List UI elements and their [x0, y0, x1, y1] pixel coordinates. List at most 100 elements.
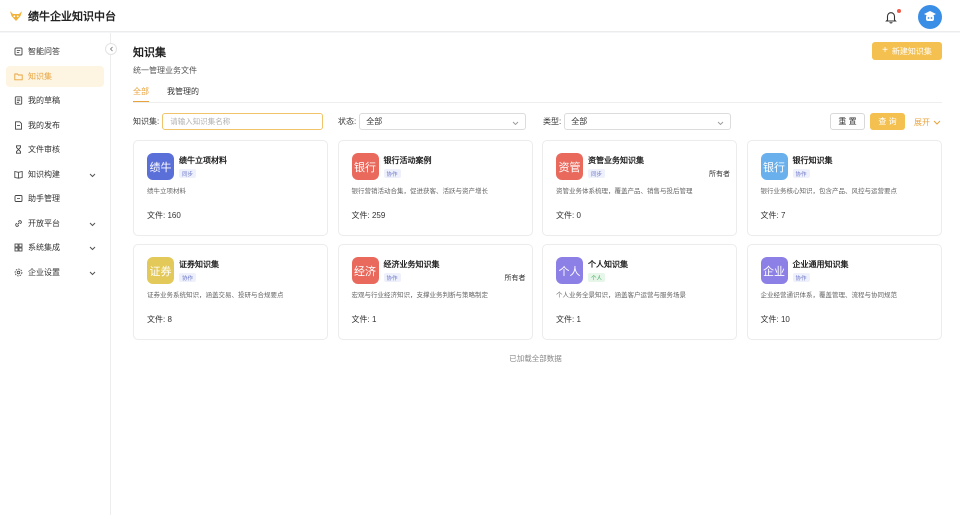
knowledge-set-name: 企业通用知识集	[792, 260, 849, 269]
chevron-down-icon	[89, 269, 96, 278]
main-content: 知识集 统一管理业务文件 + 新建知识集 全部 我管理的 知识集: 请输入知识集…	[111, 33, 960, 515]
knowledge-set-description: 证券业务系统知识，涵盖交易、投研与合规要点	[147, 292, 284, 299]
knowledge-set-avatar: 银行	[351, 153, 379, 180]
sidebar-collapse-button[interactable]	[105, 43, 117, 55]
knowledge-set-name: 证券知识集	[179, 260, 219, 269]
sidebar-item-qa[interactable]: 智能问答	[6, 41, 104, 62]
knowledge-set-description: 个人业务全景知识，涵盖客户运营与服务场景	[556, 292, 686, 299]
assistant-icon	[14, 194, 23, 203]
sidebar-item-assistant[interactable]: 助手管理	[6, 188, 104, 209]
knowledge-set-description: 绩牛立项材料	[147, 188, 186, 195]
knowledge-set-tag: 协作	[792, 273, 810, 282]
knowledge-set-avatar: 企业	[760, 257, 788, 284]
sidebar-item-publish[interactable]: 我的发布	[6, 115, 104, 136]
knowledge-set-description: 银行营销活动合集，促进获客、活跃与资产增长	[351, 188, 489, 195]
tab-managed[interactable]: 我管理的	[167, 86, 199, 102]
knowledge-set-name: 银行知识集	[792, 156, 833, 165]
draft-icon	[14, 96, 23, 105]
knowledge-set-avatar: 证券	[147, 257, 174, 284]
knowledge-set-avatar: 银行	[760, 153, 788, 180]
expand-filters-link[interactable]: 展开	[914, 117, 941, 128]
owner-label: 所有者	[504, 275, 526, 282]
knowledge-set-tag: 协作	[792, 169, 810, 178]
knowledge-set-avatar: 个人	[556, 257, 583, 284]
knowledge-set-description: 宏观与行业经济知识，支撑业务判断与策略制定	[351, 292, 489, 299]
chevron-down-icon	[89, 220, 96, 229]
status-select-value: 全部	[366, 117, 383, 126]
type-filter: 类型: 全部	[543, 113, 732, 130]
knowledge-set-name: 银行活动案例	[383, 156, 432, 165]
knowledge-set-avatar: 绩牛	[147, 153, 174, 180]
knowledge-set-card[interactable]: 资管 资管业务知识集 同步 所有者 资管业务体系梳理，覆盖产品、销售与投后管理 …	[542, 140, 737, 236]
sidebar-item-open-platform[interactable]: 开放平台	[6, 213, 104, 234]
bull-logo-icon	[9, 10, 23, 22]
knowledge-set-card[interactable]: 证券 证券知识集 协作 证券业务系统知识，涵盖交易、投研与合规要点 文件: 8	[133, 244, 328, 340]
type-select-value: 全部	[571, 117, 588, 126]
link-icon	[14, 219, 23, 228]
chevron-down-icon	[512, 119, 519, 128]
knowledge-set-avatar: 资管	[556, 153, 583, 180]
sidebar-item-system-integration[interactable]: 系统集成	[6, 237, 104, 258]
hourglass-icon	[14, 145, 23, 154]
knowledge-set-name: 资管业务知识集	[588, 156, 644, 165]
knowledge-set-tag: 同步	[179, 169, 197, 178]
knowledge-set-card[interactable]: 绩牛 绩牛立项材料 同步 绩牛立项材料 文件: 160	[133, 140, 328, 236]
bot-avatar-icon	[922, 8, 938, 26]
knowledge-set-card[interactable]: 银行 银行活动案例 协作 银行营销活动合集，促进获客、活跃与资产增长 文件: 2…	[337, 140, 533, 236]
top-bar: 绩牛企业知识中台	[0, 0, 960, 32]
publish-icon	[14, 120, 23, 130]
sidebar-item-label: 助手管理	[28, 194, 60, 203]
name-filter-label: 知识集:	[133, 117, 160, 126]
file-count: 文件: 259	[351, 211, 386, 220]
notification-button[interactable]	[884, 9, 901, 24]
knowledge-set-card[interactable]: 个人 个人知识集 个人 个人业务全景知识，涵盖客户运营与服务场景 文件: 1	[542, 244, 737, 340]
knowledge-set-avatar: 经济	[351, 257, 379, 284]
sidebar-item-review[interactable]: 文件审核	[6, 139, 104, 160]
sidebar-item-label: 知识集	[28, 71, 52, 81]
sidebar-item-label: 知识构建	[28, 169, 60, 179]
chevron-down-icon	[89, 244, 96, 253]
type-filter-label: 类型:	[543, 117, 562, 126]
sidebar-item-label: 智能问答	[28, 47, 60, 56]
chevron-left-icon	[109, 45, 114, 54]
knowledge-set-name: 绩牛立项材料	[179, 156, 227, 165]
knowledge-set-card[interactable]: 银行 银行知识集 协作 银行业务核心知识，包含产品、风控与运营要点 文件: 7	[746, 140, 942, 236]
knowledge-set-card[interactable]: 企业 企业通用知识集 协作 企业经营通识体系，覆盖管理、流程与协同规范 文件: …	[746, 244, 942, 340]
tabs-divider	[133, 102, 942, 103]
sidebar-item-knowledge-build[interactable]: 知识构建	[6, 164, 104, 185]
tab-all[interactable]: 全部	[133, 86, 149, 102]
file-count: 文件: 10	[760, 315, 790, 324]
query-button[interactable]: 查 询	[870, 113, 905, 130]
user-avatar[interactable]	[918, 5, 942, 29]
chevron-down-icon	[89, 171, 96, 180]
status-filter-label: 状态:	[338, 117, 357, 126]
knowledge-set-card[interactable]: 经济 经济业务知识集 协作 所有者 宏观与行业经济知识，支撑业务判断与策略制定 …	[337, 244, 533, 340]
all-loaded-text: 已加载全部数据	[509, 354, 562, 363]
book-icon	[14, 170, 23, 179]
new-knowledge-set-button[interactable]: + 新建知识集	[872, 42, 942, 60]
page-subtitle: 统一管理业务文件	[133, 66, 197, 75]
folder-icon	[14, 72, 23, 81]
chevron-down-icon	[717, 119, 724, 128]
knowledge-set-tag: 协作	[383, 169, 401, 178]
expand-label: 展开	[914, 118, 930, 127]
sidebar-item-label: 开放平台	[28, 218, 60, 228]
knowledge-set-description: 银行业务核心知识，包含产品、风控与运营要点	[760, 188, 898, 195]
file-count: 文件: 160	[147, 211, 181, 220]
reset-button[interactable]: 重 置	[830, 113, 865, 130]
sidebar-item-knowledge-sets[interactable]: 知识集	[6, 65, 104, 87]
knowledge-set-name: 个人知识集	[588, 260, 628, 269]
app-logo[interactable]: 绩牛企业知识中台	[9, 8, 116, 24]
sidebar-item-label: 我的草稿	[28, 96, 60, 105]
file-count: 文件: 0	[556, 211, 581, 220]
sidebar-item-label: 企业设置	[28, 267, 60, 277]
name-search-input[interactable]: 请输入知识集名称	[162, 113, 324, 130]
knowledge-set-tag: 协作	[179, 273, 197, 282]
status-select[interactable]: 全部	[359, 113, 527, 130]
page-title: 知识集	[133, 47, 166, 59]
sidebar-item-drafts[interactable]: 我的草稿	[6, 90, 104, 111]
type-select[interactable]: 全部	[564, 113, 732, 130]
sidebar-item-enterprise-settings[interactable]: 企业设置	[6, 262, 104, 283]
tab-bar: 全部 我管理的	[133, 86, 217, 102]
grid-icon	[14, 243, 23, 252]
